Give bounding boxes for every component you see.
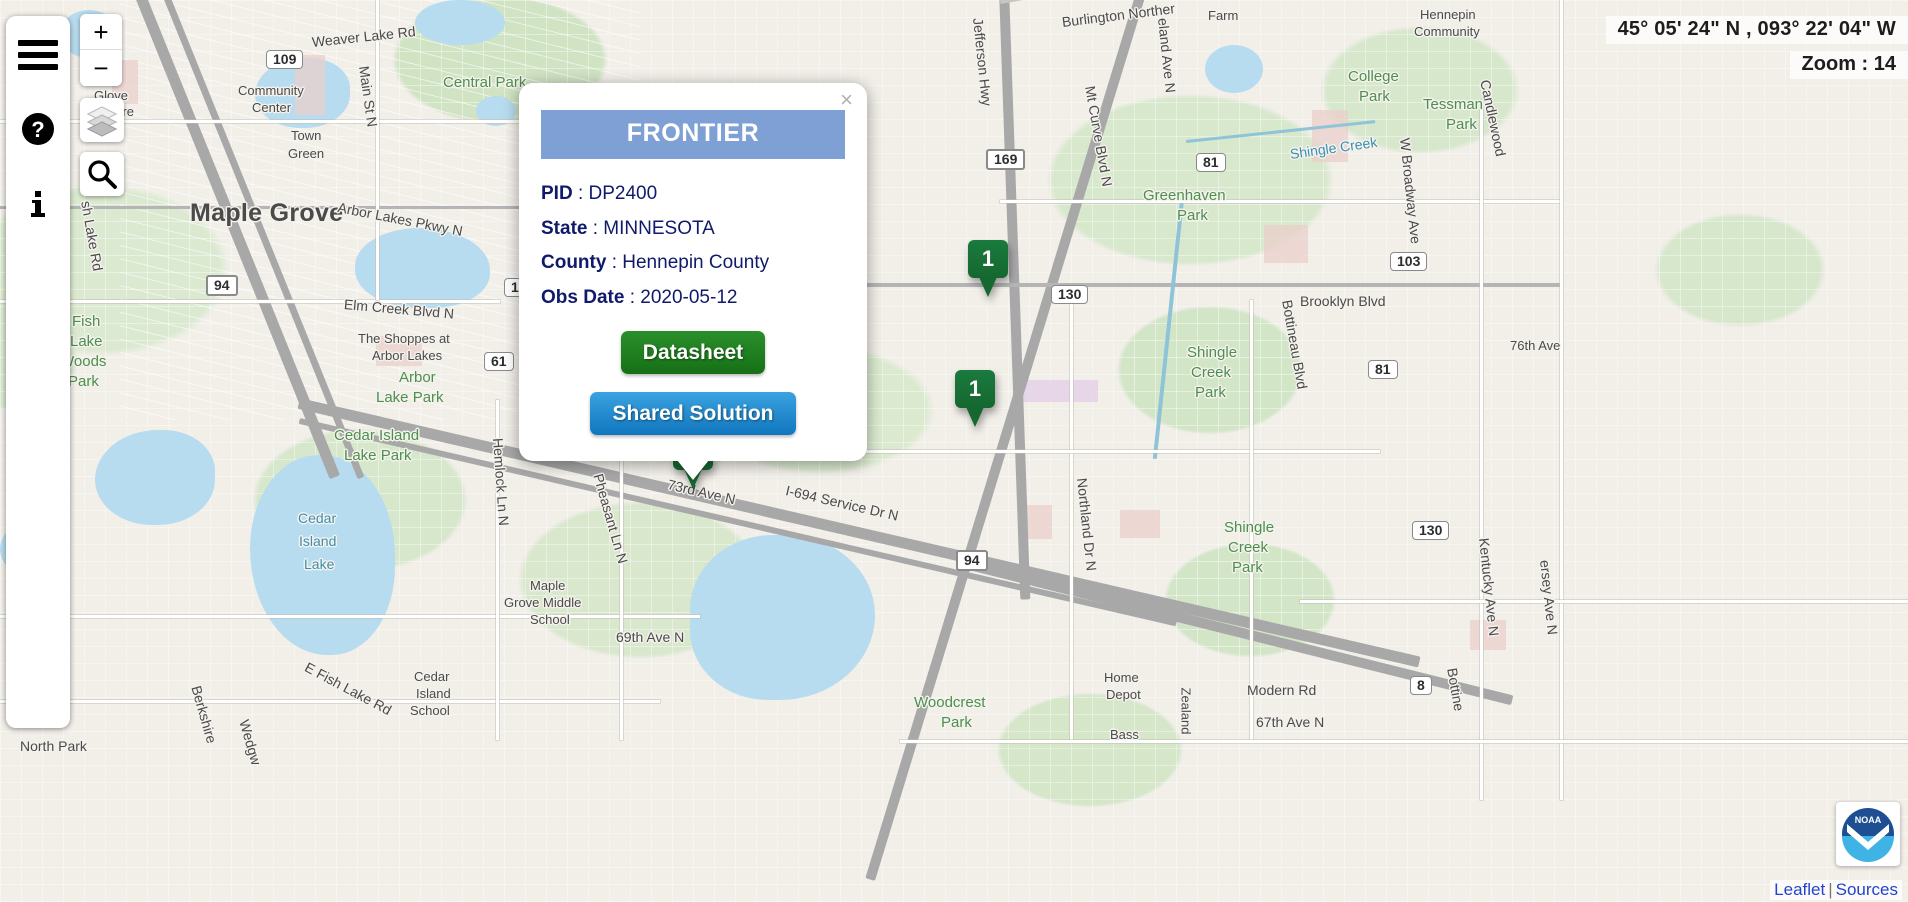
popup-field-obs-date: Obs Date : 2020-05-12 — [541, 285, 845, 311]
popup-pointer-tip — [677, 459, 709, 480]
coordinate-readout: 45° 05' 24" N , 093° 22' 04" W Zoom : 14 — [1605, 16, 1908, 79]
popup-field-state: State : MINNESOTA — [541, 216, 845, 242]
map-marker-count: 1 — [968, 240, 1008, 278]
road-130-east — [860, 283, 1560, 287]
close-icon[interactable]: × — [840, 89, 853, 111]
noaa-logo[interactable]: NOAA — [1836, 802, 1900, 866]
datasheet-button[interactable]: Datasheet — [620, 330, 766, 374]
local-road — [0, 700, 660, 703]
local-road — [0, 120, 520, 123]
local-road — [1070, 300, 1073, 740]
local-road — [496, 400, 499, 740]
help-icon[interactable]: ? — [15, 106, 61, 152]
local-road — [1000, 200, 1560, 203]
shared-solution-button[interactable]: Shared Solution — [590, 391, 796, 435]
popup-title: FRONTIER — [541, 110, 845, 159]
highway-shield: 130 — [1412, 521, 1450, 540]
highway-shield: 130 — [1051, 285, 1089, 304]
search-icon — [88, 160, 117, 189]
building-block — [1470, 620, 1506, 650]
popup-field-value: : Hennepin County — [606, 252, 770, 274]
building-block — [376, 336, 422, 366]
water-fish-lake — [95, 430, 215, 525]
highway-shield: 109 — [266, 50, 304, 69]
building-block — [1120, 510, 1160, 538]
hamburger-icon — [18, 40, 58, 70]
popup-field-label: State — [541, 217, 588, 239]
highway-shield: 94 — [956, 550, 988, 571]
question-mark-circle-icon: ? — [22, 113, 54, 145]
noaa-seal-icon: NOAA — [1842, 808, 1894, 862]
map-marker-tail — [966, 407, 984, 427]
popup-field-value: : MINNESOTA — [587, 217, 715, 239]
zoom-in-button[interactable]: + — [80, 14, 122, 50]
highway-shield: 94 — [206, 275, 238, 296]
highway-shield: 103 — [1390, 252, 1428, 271]
popup-field-label: County — [541, 252, 607, 274]
local-road — [1300, 600, 1908, 603]
map-feature-popup: × FRONTIER PID : DP2400 State : MINNESOTA… — [519, 83, 867, 480]
building-block — [1264, 225, 1308, 263]
popup-field-value: : 2020-05-12 — [624, 286, 738, 308]
attribution-bar: Leaflet | Sources — [1770, 880, 1902, 900]
left-sidebar: ? — [6, 16, 70, 728]
water-pond-north — [415, 0, 505, 45]
highway-shield: 169 — [986, 149, 1026, 170]
map-canvas[interactable]: Maple Grove Community Center Town Green Glove… — [0, 0, 1908, 902]
highway-shield: 8 — [1410, 676, 1432, 695]
local-road — [900, 740, 1908, 743]
zoom-level-display: Zoom : 14 — [1789, 51, 1908, 79]
popup-field-pid: PID : DP2400 — [541, 181, 845, 207]
popup-field-list: PID : DP2400 State : MINNESOTA County : He… — [541, 181, 845, 311]
local-road — [860, 450, 1380, 453]
leaflet-link[interactable]: Leaflet — [1774, 880, 1825, 899]
svg-text:NOAA: NOAA — [1855, 815, 1882, 825]
local-road — [0, 615, 700, 618]
local-road — [1560, 0, 1563, 800]
zoom-control: + − — [80, 14, 122, 86]
local-road — [1480, 100, 1483, 800]
layers-icon — [86, 106, 118, 137]
layers-button[interactable] — [80, 98, 124, 142]
map-marker-pin[interactable]: 1 — [955, 370, 995, 427]
popup-field-value: : DP2400 — [572, 183, 658, 204]
map-marker-pin[interactable]: 1 — [968, 240, 1008, 297]
map-marker-tail — [979, 277, 997, 297]
local-road — [1250, 300, 1253, 740]
information-icon — [31, 191, 45, 217]
latlon-display: 45° 05' 24" N , 093° 22' 04" W — [1605, 16, 1908, 44]
search-button[interactable] — [80, 152, 124, 196]
sources-link[interactable]: Sources — [1836, 880, 1898, 899]
highway-shield: 81 — [1368, 360, 1398, 379]
popup-field-label: Obs Date — [541, 286, 625, 308]
info-icon[interactable] — [15, 180, 61, 226]
attribution-separator: | — [1828, 880, 1833, 899]
highway-shield: 61 — [484, 352, 514, 371]
building-block — [1312, 110, 1348, 162]
water-pond-ne — [1205, 45, 1263, 93]
building-block — [1018, 380, 1098, 402]
highway-shield: 81 — [1196, 153, 1226, 172]
road-cross-1 — [0, 206, 520, 209]
map-marker-count: 1 — [955, 370, 995, 408]
menu-icon[interactable] — [15, 32, 61, 78]
local-road — [376, 0, 379, 300]
popup-field-county: County : Hennepin County — [541, 250, 845, 276]
popup-field-label: PID — [541, 183, 573, 204]
zoom-out-button[interactable]: − — [80, 50, 122, 86]
popup-actions: Datasheet Shared Solution — [541, 330, 845, 435]
local-road — [0, 300, 500, 303]
svg-text:?: ? — [31, 117, 44, 142]
